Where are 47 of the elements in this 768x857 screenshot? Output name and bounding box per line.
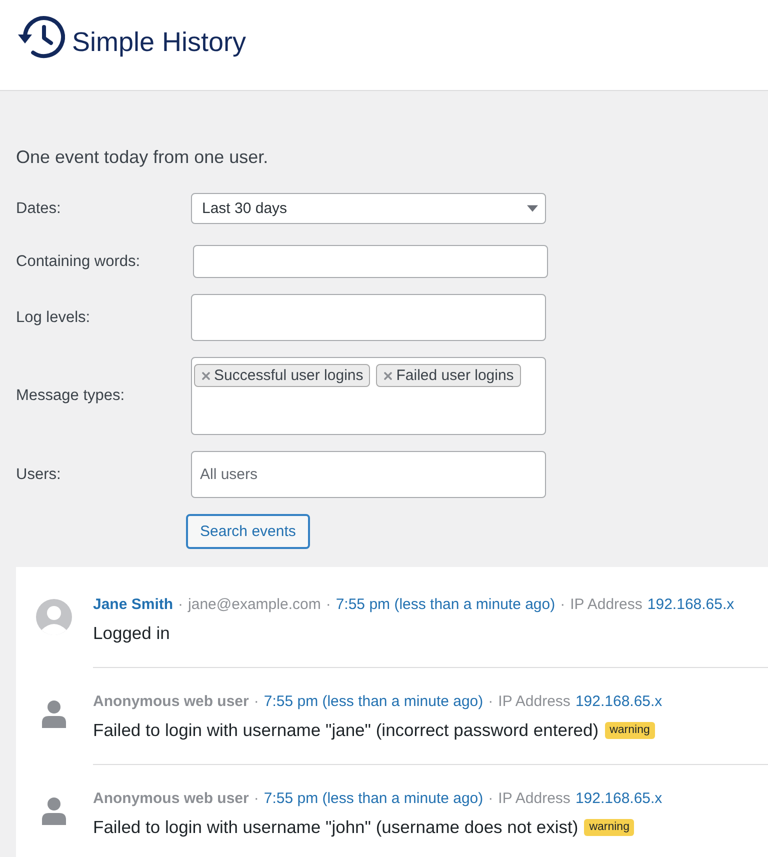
multi-select-field[interactable]	[191, 294, 546, 341]
ip-address-label: IP Address	[570, 595, 642, 615]
ip-address-link[interactable]: 192.168.65.x	[575, 789, 662, 809]
event-message: Logged in	[93, 622, 170, 645]
time-link[interactable]: 7:55 pm (less than a minute ago)	[336, 595, 556, 615]
user-icon	[40, 700, 68, 728]
separator-dot: ·	[326, 595, 331, 615]
separator-dot: ·	[254, 789, 259, 809]
time-link[interactable]: 7:55 pm (less than a minute ago)	[264, 692, 484, 712]
user-name: Anonymous web user	[93, 692, 249, 712]
filter-label: Containing words:	[16, 252, 142, 270]
time-link[interactable]: 7:55 pm (less than a minute ago)	[264, 789, 484, 809]
event-message: Failed to login with username "jane" (incorrect password entered)	[93, 719, 599, 742]
separator-dot: ·	[178, 595, 184, 615]
multi-select-field[interactable]: Successful user logins Failed user logins	[191, 357, 546, 435]
selected-tag[interactable]: Failed user logins	[376, 364, 521, 387]
filter-label: Dates:	[16, 200, 62, 218]
separator-dot: ·	[488, 692, 494, 712]
event-summary: One event today from one user.	[16, 147, 270, 167]
remove-icon[interactable]	[384, 372, 392, 380]
ip-address-label: IP Address	[498, 789, 570, 809]
selected-tag[interactable]: Successful user logins	[194, 364, 370, 387]
filter-label: Message types:	[16, 387, 126, 405]
avatar-icon	[36, 599, 72, 635]
separator-dot: ·	[560, 595, 566, 615]
remove-icon[interactable]	[202, 372, 210, 380]
event-message: Failed to login with username "john" (username does not exist)	[93, 816, 578, 839]
log-level-badge: warning	[604, 722, 655, 738]
separator-dot: ·	[488, 789, 494, 809]
ip-address-link[interactable]: 192.168.65.x	[647, 595, 734, 615]
filter-label: Log levels:	[16, 308, 92, 326]
separator-dot: ·	[254, 692, 259, 712]
dropdown-field[interactable]: Last 30 days	[191, 193, 546, 224]
app-title: Simple History	[72, 26, 246, 59]
log-level-badge: warning	[584, 818, 634, 836]
user-name-link[interactable]: Jane Smith	[93, 595, 174, 615]
multi-select-field[interactable]: All users	[191, 451, 546, 498]
email-text: jane@example.com	[188, 595, 321, 615]
ip-address-label: IP Address	[498, 692, 570, 712]
text-input-field[interactable]	[193, 245, 548, 278]
filter-label: Users:	[16, 466, 62, 484]
user-icon	[40, 797, 68, 825]
search-events-button[interactable]: Search events	[186, 514, 310, 549]
ip-address-link[interactable]: 192.168.65.x	[575, 692, 662, 712]
user-name: Anonymous web user	[93, 789, 249, 809]
history-clock-icon	[18, 15, 65, 59]
caret-icon	[527, 205, 538, 212]
